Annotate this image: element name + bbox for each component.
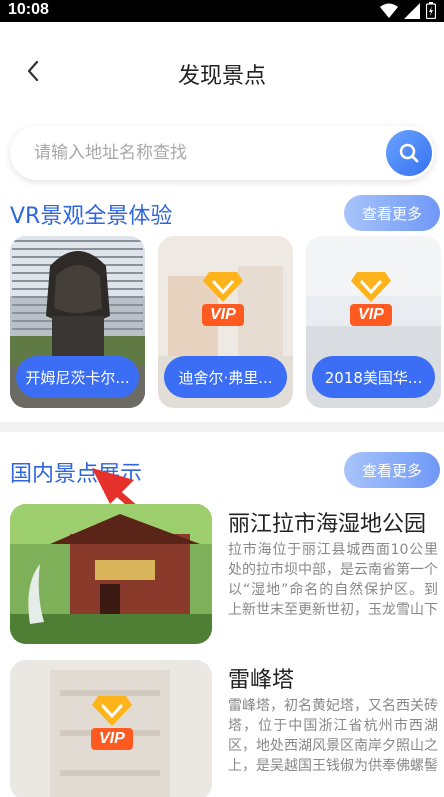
diamond-icon	[202, 272, 243, 302]
vr-card[interactable]: VIP 迪舍尔·弗里...	[158, 236, 293, 408]
search-input[interactable]	[34, 126, 374, 180]
page-title: 发现景点	[177, 64, 266, 89]
vip-text: VIP	[350, 304, 392, 326]
vip-badge: VIP	[202, 270, 244, 326]
vr-card-label: 迪舍尔·弗里...	[164, 356, 287, 398]
status-icons	[380, 2, 436, 19]
vip-text: VIP	[202, 304, 244, 326]
vr-card-label: 开姆尼茨卡尔...	[16, 356, 139, 398]
domestic-more-button[interactable]: 查看更多	[344, 452, 440, 488]
vr-section-title: VR景观全景体验	[10, 204, 173, 229]
vip-badge: VIP	[91, 694, 133, 750]
search-button[interactable]	[386, 130, 432, 176]
search-bar	[10, 126, 434, 180]
vip-badge: VIP	[350, 270, 392, 326]
vip-text: VIP	[91, 728, 133, 750]
app-bar: 发现景点	[0, 22, 444, 122]
vr-card[interactable]: VIP 2018美国华...	[306, 236, 441, 408]
list-item-desc: 拉市海位于丽江县城西面10公里处的拉市坝中部，是云南省第一个以“湿地”命名的自然…	[228, 542, 438, 618]
vr-card-label: 2018美国华...	[312, 356, 435, 398]
list-item[interactable]: VIP 雷峰塔 雷峰塔，初名黄妃塔，又名西关砖塔，位于中国浙江省杭州市西湖区，地…	[10, 660, 438, 797]
battery-icon	[426, 2, 436, 19]
list-item[interactable]: 丽江拉市海湿地公园 拉市海位于丽江县城西面10公里处的拉市坝中部，是云南省第一个…	[10, 504, 438, 644]
list-item-desc: 雷峰塔，初名黄妃塔，又名西关砖塔，位于中国浙江省杭州市西湖区，地处西湖风景区南岸…	[228, 698, 438, 774]
status-time: 10:08	[8, 1, 49, 18]
vr-more-button[interactable]: 查看更多	[344, 195, 440, 231]
list-item-title: 雷峰塔	[228, 668, 295, 693]
list-item-image	[10, 504, 212, 644]
status-bar: 10:08	[0, 0, 444, 22]
list-item-title: 丽江拉市海湿地公园	[228, 512, 427, 537]
signal-icon	[404, 2, 420, 19]
vr-card[interactable]: 开姆尼茨卡尔...	[10, 236, 145, 408]
diamond-icon	[91, 696, 132, 726]
wifi-icon	[380, 3, 398, 18]
search-icon	[399, 143, 419, 163]
section-divider	[0, 422, 444, 432]
diamond-icon	[350, 272, 391, 302]
